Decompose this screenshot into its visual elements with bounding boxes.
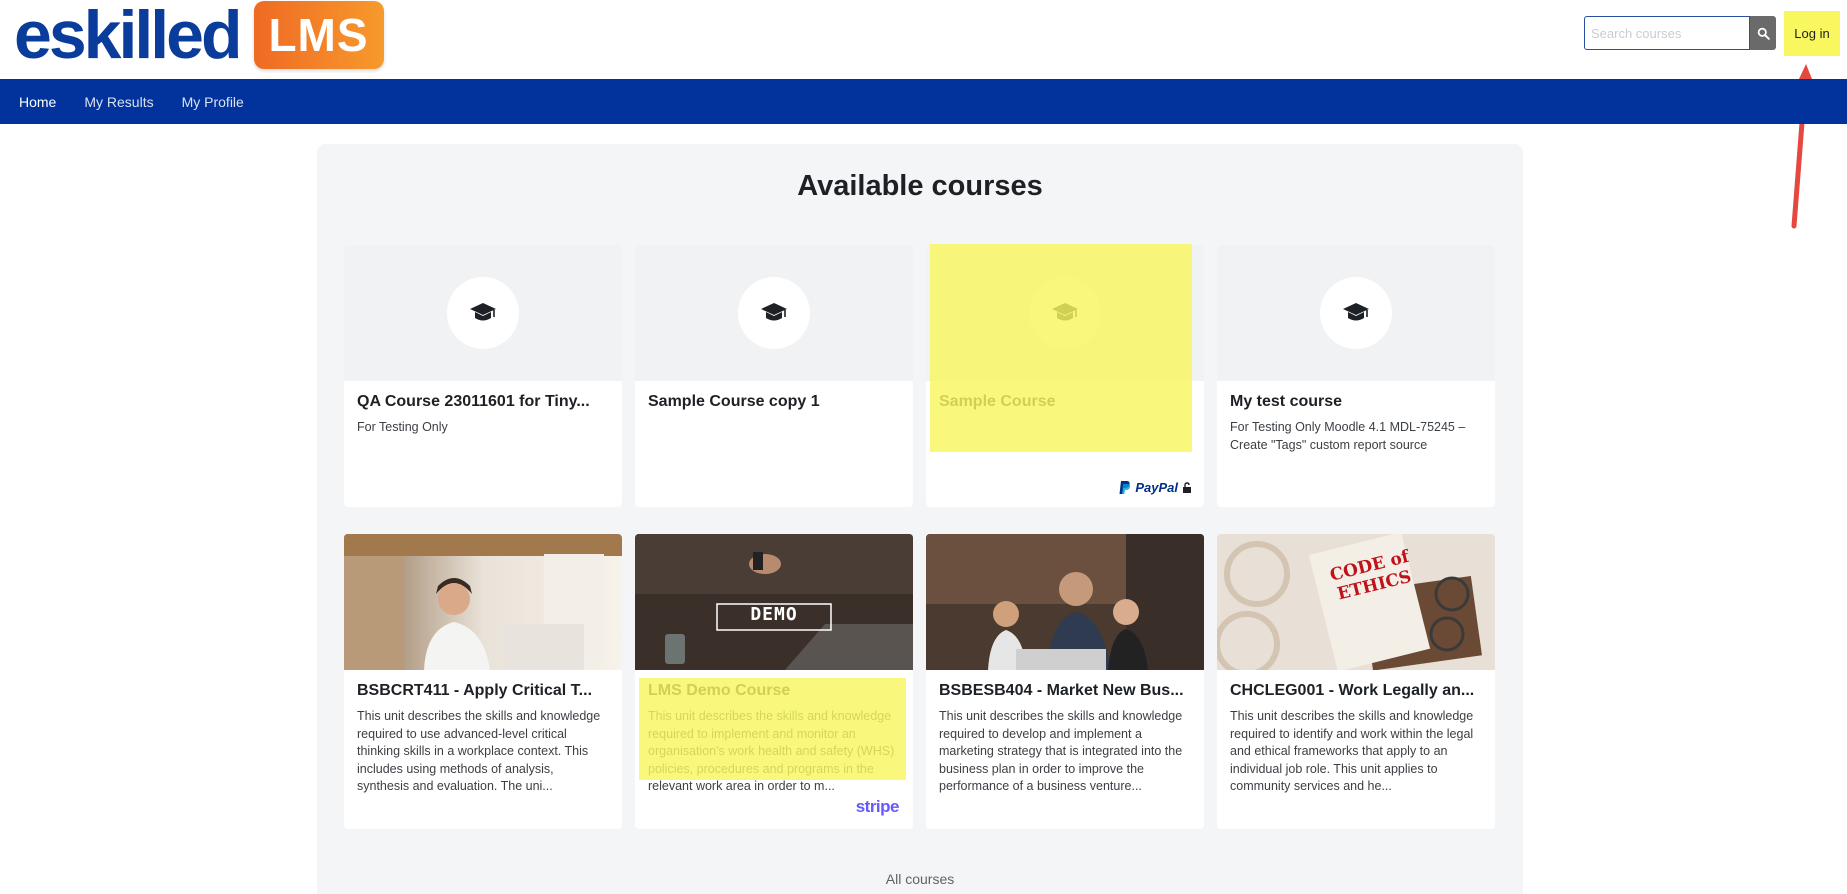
search-button[interactable] — [1750, 16, 1776, 50]
course-card[interactable]: CODE of ETHICS CHCLEG001 - Work Legally … — [1217, 534, 1495, 829]
stripe-badge: stripe — [855, 797, 900, 816]
course-summary: This unit describes the skills and knowl… — [648, 709, 895, 794]
course-card[interactable]: DEMO LMS Demo Course This unit describes… — [635, 534, 913, 829]
course-summary: For Testing Only Moodle 4.1 MDL-75245 – … — [1230, 420, 1466, 452]
course-card[interactable]: BSBESB404 - Market New Bus... This unit … — [926, 534, 1204, 829]
team-meeting-photo — [926, 534, 1204, 670]
course-title[interactable]: BSBCRT411 - Apply Critical T... — [357, 682, 609, 700]
course-card-header — [1217, 245, 1495, 381]
paypal-label: PayPal — [1135, 480, 1178, 495]
course-summary: This unit describes the skills and knowl… — [1230, 709, 1474, 794]
course-title[interactable]: CHCLEG001 - Work Legally an... — [1230, 682, 1482, 700]
course-card[interactable]: My test course For Testing Only Moodle 4… — [1217, 245, 1495, 507]
nav-my-profile[interactable]: My Profile — [182, 94, 244, 110]
login-button[interactable]: Log in — [1784, 11, 1840, 56]
graduation-cap-icon — [1052, 303, 1078, 321]
course-card[interactable]: QA Course 23011601 for Tiny... For Testi… — [344, 245, 622, 507]
course-title[interactable]: BSBESB404 - Market New Bus... — [939, 682, 1191, 700]
course-icon-circle — [738, 277, 810, 349]
logo-badge: LMS — [253, 1, 384, 69]
unlock-icon — [1183, 481, 1191, 493]
nav-my-results[interactable]: My Results — [84, 94, 153, 110]
site-logo[interactable]: eskilled LMS — [14, 0, 384, 70]
all-courses-link[interactable]: All courses — [317, 871, 1523, 887]
top-header: eskilled LMS Log in — [0, 0, 1847, 79]
logo-wordmark: eskilled — [14, 0, 242, 73]
main-navigation: Home My Results My Profile — [0, 79, 1847, 124]
course-title[interactable]: LMS Demo Course — [648, 682, 900, 700]
course-card[interactable]: BSBCRT411 - Apply Critical T... This uni… — [344, 534, 622, 829]
nav-home[interactable]: Home — [19, 94, 56, 110]
course-summary: For Testing Only — [357, 420, 448, 434]
demo-image-label: DEMO — [750, 604, 798, 625]
demo-laptop-photo: DEMO — [635, 534, 913, 670]
paypal-icon — [1119, 481, 1131, 494]
search-input[interactable] — [1584, 16, 1750, 50]
course-card-header — [344, 245, 622, 381]
course-icon-circle — [1320, 277, 1392, 349]
course-card-header — [926, 245, 1204, 381]
course-card[interactable]: Sample Course copy 1 — [635, 245, 913, 507]
code-of-ethics-photo: CODE of ETHICS — [1217, 534, 1495, 670]
course-title[interactable]: Sample Course copy 1 — [648, 393, 900, 411]
available-courses-panel: Available courses QA Course 23011601 for… — [317, 144, 1523, 894]
graduation-cap-icon — [470, 303, 496, 321]
course-card[interactable]: Sample Course PayPal — [926, 245, 1204, 507]
graduation-cap-icon — [1343, 303, 1369, 321]
course-summary: This unit describes the skills and knowl… — [357, 709, 601, 794]
course-icon-circle — [1029, 277, 1101, 349]
paypal-badge: PayPal — [1118, 480, 1192, 495]
course-summary: This unit describes the skills and knowl… — [939, 709, 1183, 794]
man-thinking-photo — [344, 534, 622, 670]
course-search — [1584, 16, 1776, 50]
course-title[interactable]: My test course — [1230, 393, 1482, 411]
course-title[interactable]: Sample Course — [939, 393, 1191, 411]
search-icon — [1757, 27, 1770, 40]
graduation-cap-icon — [761, 303, 787, 321]
course-card-header — [635, 245, 913, 381]
course-icon-circle — [447, 277, 519, 349]
page-title: Available courses — [797, 170, 1043, 202]
course-title[interactable]: QA Course 23011601 for Tiny... — [357, 393, 609, 411]
